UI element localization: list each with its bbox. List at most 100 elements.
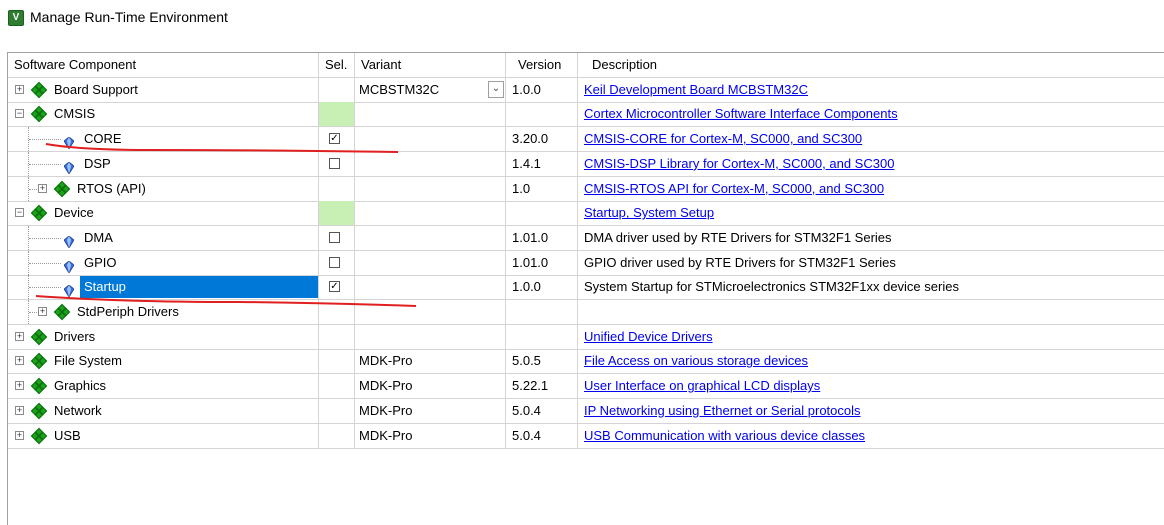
variant-cell[interactable]: MCBSTM32C ⌄ <box>355 77 506 102</box>
table-row[interactable]: + File System MDK-Pro 5.0.5 File Access on v… <box>8 349 1164 375</box>
description-link[interactable]: IP Networking using Ethernet or Serial p… <box>584 399 861 423</box>
collapse-icon[interactable]: − <box>15 208 24 218</box>
select-checkbox[interactable] <box>329 157 340 169</box>
description-cell[interactable]: Startup, System Setup <box>578 201 1164 225</box>
table-row[interactable]: + Board Support MCBSTM32C ⌄ 1.0.0 Keil Develo… <box>8 77 1164 103</box>
select-cell[interactable] <box>319 374 355 399</box>
description-cell <box>578 300 1164 324</box>
component-cell[interactable]: + USB <box>8 423 319 448</box>
select-cell[interactable]: ✓ <box>319 127 355 152</box>
description-cell[interactable]: CMSIS-DSP Library for Cortex-M, SC000, a… <box>578 152 1164 176</box>
description-cell[interactable]: User Interface on graphical LCD displays <box>578 374 1164 398</box>
header-sel[interactable]: Sel. <box>319 53 355 77</box>
table-row[interactable]: + StdPeriph Drivers <box>8 300 1164 325</box>
select-cell[interactable]: ✓ <box>319 275 355 300</box>
component-cell[interactable]: + Drivers <box>8 324 319 349</box>
component-cell[interactable]: DSP <box>8 151 319 176</box>
table-row[interactable]: + Drivers Unified Device Drivers <box>8 324 1164 350</box>
select-cell[interactable] <box>319 176 355 201</box>
component-cell[interactable]: − CMSIS <box>8 102 319 127</box>
description-cell[interactable]: Cortex Microcontroller Software Interfac… <box>578 102 1164 126</box>
version-cell: 1.0.0 <box>506 77 578 102</box>
expand-icon[interactable]: + <box>38 183 47 193</box>
table-row[interactable]: GPIO 1.01.0 GPIO driver used by RTE Driver… <box>8 250 1164 276</box>
description-link[interactable]: User Interface on graphical LCD displays <box>584 374 820 398</box>
description-text: System Startup for STMicroelectronics ST… <box>584 279 959 295</box>
expand-icon[interactable]: + <box>38 307 47 316</box>
select-cell[interactable] <box>319 398 355 423</box>
component-cell[interactable]: + File System <box>8 349 319 374</box>
select-cell[interactable] <box>319 102 355 127</box>
component-cell[interactable]: + Board Support <box>8 77 319 102</box>
version-value: 5.0.4 <box>512 402 541 418</box>
table-row[interactable]: + Graphics MDK-Pro 5.22.1 User Interface on … <box>8 374 1164 400</box>
description-cell: DMA driver used by RTE Drivers for STM32… <box>578 226 1164 250</box>
component-cell[interactable]: + StdPeriph Drivers <box>8 300 319 324</box>
header-variant[interactable]: Variant <box>355 53 506 77</box>
description-cell[interactable]: File Access on various storage devices <box>578 349 1164 373</box>
description-link[interactable]: File Access on various storage devices <box>584 349 808 373</box>
description-link[interactable]: Unified Device Drivers <box>584 325 713 349</box>
expand-icon[interactable]: + <box>15 381 24 391</box>
description-cell[interactable]: USB Communication with various device cl… <box>578 424 1164 448</box>
select-checkbox[interactable] <box>329 231 340 243</box>
select-cell[interactable] <box>319 324 355 349</box>
expand-icon[interactable]: + <box>15 331 24 341</box>
expand-icon[interactable]: + <box>15 430 24 440</box>
select-cell[interactable] <box>319 423 355 448</box>
header-description[interactable]: Description <box>578 53 1164 77</box>
select-cell[interactable] <box>319 201 355 226</box>
description-cell[interactable]: CMSIS-RTOS API for Cortex-M, SC000, and … <box>578 177 1164 201</box>
tree-line <box>29 287 61 289</box>
table-row[interactable]: − CMSIS Cortex Microcontroller Software In… <box>8 102 1164 128</box>
description-link[interactable]: CMSIS-RTOS API for Cortex-M, SC000, and … <box>584 177 884 201</box>
table-row[interactable]: − Device Startup, System Setup <box>8 201 1164 227</box>
table-row[interactable]: DSP 1.4.1 CMSIS-DSP Library for Cortex-M, … <box>8 151 1164 177</box>
component-cell[interactable]: + Network <box>8 398 319 423</box>
variant-value: MCBSTM32C <box>359 81 440 97</box>
table-row[interactable]: + Network MDK-Pro 5.0.4 IP Networking using … <box>8 398 1164 424</box>
expand-icon[interactable]: + <box>15 405 24 415</box>
variant-cell: MDK-Pro <box>355 349 506 374</box>
component-cell[interactable]: − Device <box>8 201 319 226</box>
description-link[interactable]: USB Communication with various device cl… <box>584 424 865 448</box>
component-cell[interactable]: + Graphics <box>8 374 319 399</box>
description-link[interactable]: Keil Development Board MCBSTM32C <box>584 78 808 102</box>
description-link[interactable]: Cortex Microcontroller Software Interfac… <box>584 102 898 126</box>
header-version[interactable]: Version <box>506 53 578 77</box>
expand-icon[interactable]: + <box>15 356 24 366</box>
description-link[interactable]: CMSIS-DSP Library for Cortex-M, SC000, a… <box>584 152 894 176</box>
description-cell[interactable]: CMSIS-CORE for Cortex-M, SC000, and SC30… <box>578 127 1164 151</box>
chevron-down-icon[interactable]: ⌄ <box>488 80 504 98</box>
description-cell[interactable]: Keil Development Board MCBSTM32C <box>578 78 1164 102</box>
header-component[interactable]: Software Component <box>8 53 319 77</box>
expand-icon[interactable]: + <box>15 84 24 94</box>
select-cell[interactable] <box>319 151 355 176</box>
description-cell[interactable]: IP Networking using Ethernet or Serial p… <box>578 399 1164 423</box>
component-cell[interactable]: DMA <box>8 225 319 250</box>
description-cell[interactable]: Unified Device Drivers <box>578 325 1164 349</box>
table-row[interactable]: + USB MDK-Pro 5.0.4 USB Communication with v… <box>8 423 1164 449</box>
select-cell[interactable] <box>319 77 355 102</box>
select-checkbox[interactable] <box>329 256 340 268</box>
table-row[interactable]: DMA 1.01.0 DMA driver used by RTE Drivers … <box>8 225 1164 251</box>
select-cell[interactable] <box>319 250 355 275</box>
version-value: 3.20.0 <box>512 131 549 147</box>
component-cell[interactable]: + RTOS (API) <box>8 176 319 201</box>
table-row[interactable]: CORE ✓ 3.20.0 CMSIS-CORE for Cortex-M, SC00… <box>8 127 1164 153</box>
select-checkbox[interactable]: ✓ <box>329 281 340 293</box>
component-cell[interactable]: CORE <box>8 127 319 152</box>
select-cell[interactable] <box>319 300 355 324</box>
collapse-icon[interactable]: − <box>15 109 24 119</box>
table-row[interactable]: + RTOS (API) 1.0 CMSIS-RTOS API for Cortex-… <box>8 176 1164 202</box>
component-cell[interactable]: Startup <box>8 275 319 300</box>
description-link[interactable]: CMSIS-CORE for Cortex-M, SC000, and SC30… <box>584 127 862 151</box>
pack-icon <box>30 427 48 444</box>
select-checkbox[interactable]: ✓ <box>329 133 340 145</box>
table-row[interactable]: Startup ✓ 1.0.0 System Startup for STMicroe… <box>8 275 1164 301</box>
select-cell[interactable] <box>319 225 355 250</box>
description-link[interactable]: Startup, System Setup <box>584 201 714 225</box>
select-cell[interactable] <box>319 349 355 374</box>
variant-cell: MDK-Pro <box>355 423 506 448</box>
component-cell[interactable]: GPIO <box>8 250 319 275</box>
